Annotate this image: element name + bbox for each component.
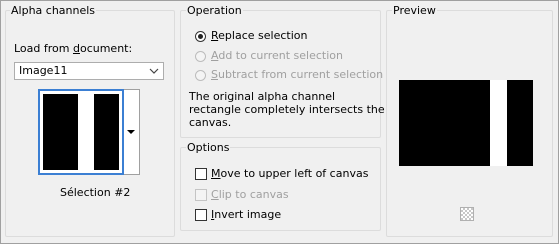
move-to-upper-left-checkbox[interactable]	[195, 168, 207, 180]
clip-to-canvas-checkbox[interactable]	[195, 189, 207, 201]
replace-selection-label[interactable]: Replace selection	[211, 29, 307, 42]
move-to-upper-left-label[interactable]: Move to upper left of canvas	[211, 167, 368, 180]
intersection-message-line-1: The original alpha channel	[189, 90, 336, 103]
document-select[interactable]: Image11	[14, 62, 164, 80]
options-title: Options	[186, 141, 231, 154]
channel-name-label: Sélection #2	[60, 186, 131, 199]
add-to-selection-radio[interactable]	[195, 51, 206, 62]
invert-image-label[interactable]: Invert image	[211, 208, 281, 221]
channel-thumbnail-white-bar	[78, 94, 94, 170]
intersection-message-line-3: canvas.	[189, 116, 232, 129]
checkerboard-icon[interactable]	[460, 207, 474, 221]
preview-image	[399, 80, 533, 166]
preview-title: Preview	[392, 4, 437, 17]
load-from-document-label: Load from document:	[14, 42, 133, 55]
invert-image-checkbox[interactable]	[195, 209, 207, 221]
dropdown-arrow-icon	[127, 130, 135, 134]
clip-to-canvas-label[interactable]: Clip to canvas	[211, 188, 289, 201]
subtract-from-selection-label[interactable]: Subtract from current selection	[211, 68, 383, 81]
channel-dropdown-button[interactable]	[124, 89, 140, 175]
alpha-channels-title: Alpha channels	[10, 4, 97, 17]
operation-title: Operation	[186, 4, 243, 17]
alpha-channel-thumbnail[interactable]	[38, 89, 124, 175]
radio-selected-dot	[198, 34, 203, 39]
subtract-from-selection-radio[interactable]	[195, 70, 206, 81]
document-select-value: Image11	[19, 64, 68, 77]
intersection-message-line-2: rectangle completely intersects the	[189, 103, 385, 116]
preview-white-bar	[490, 80, 507, 166]
channel-thumbnail-image	[43, 94, 119, 170]
replace-selection-radio[interactable]	[195, 31, 206, 42]
chevron-down-icon	[149, 68, 159, 74]
add-to-selection-label[interactable]: Add to current selection	[211, 49, 343, 62]
